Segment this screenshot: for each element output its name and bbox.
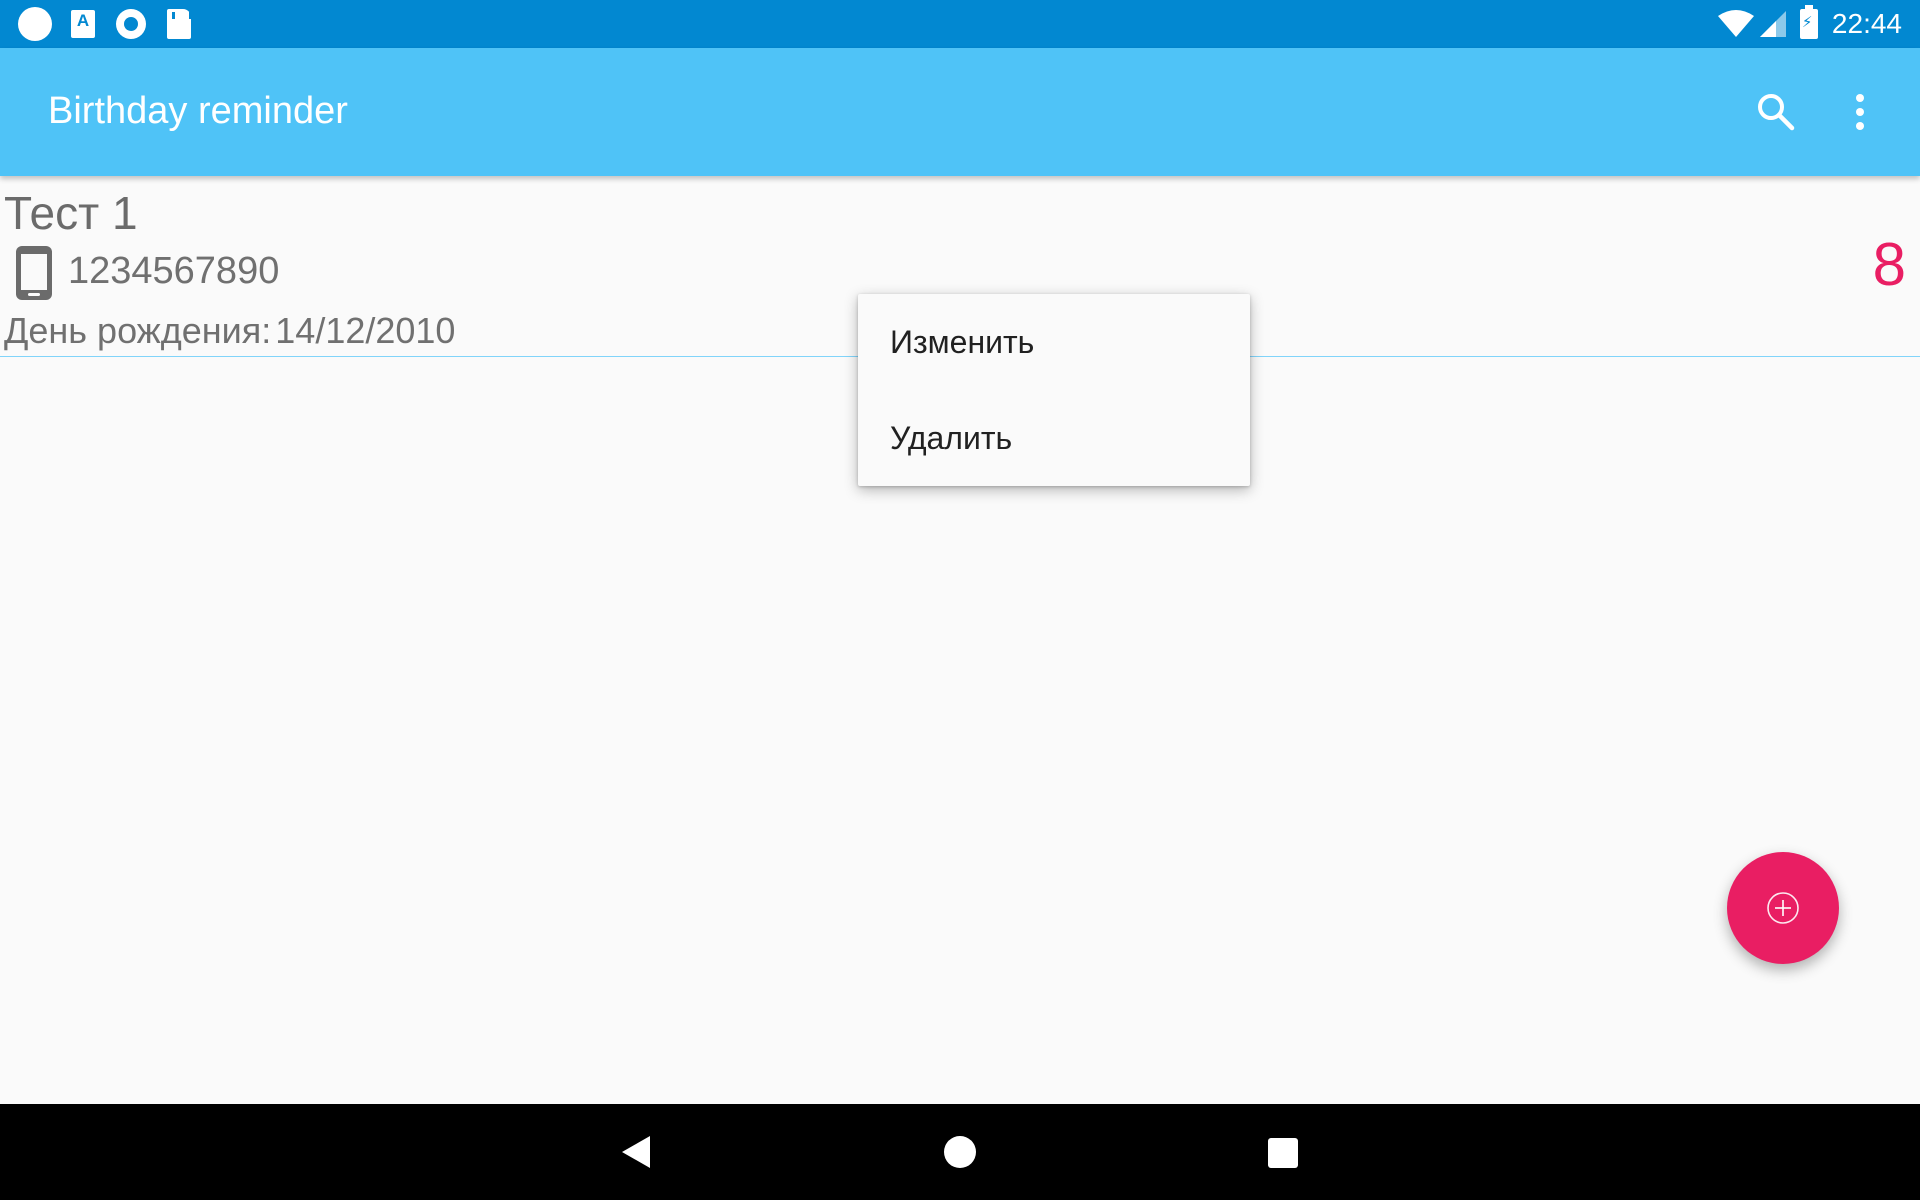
add-contact-fab[interactable]	[1727, 852, 1839, 964]
status-bar-notifications: A	[18, 0, 210, 48]
context-menu: Изменить Удалить	[858, 294, 1250, 486]
app-title: Birthday reminder	[48, 90, 348, 132]
recents-icon[interactable]	[1268, 1138, 1298, 1168]
cell-signal-icon	[1759, 11, 1786, 37]
add-circle-icon	[1767, 892, 1799, 924]
wifi-icon	[1717, 10, 1754, 37]
days-left-count: 8	[1872, 231, 1906, 298]
menu-item-edit[interactable]: Изменить	[858, 294, 1250, 390]
navigation-bar	[0, 1104, 1920, 1200]
birthday-label: День рождения:	[4, 310, 272, 351]
notification-dot-icon	[18, 7, 52, 41]
birthday-row: День рождения: 14/12/2010	[4, 310, 455, 352]
menu-item-delete[interactable]: Удалить	[858, 390, 1250, 486]
app-bar: Birthday reminder	[0, 48, 1920, 176]
birthday-date: 14/12/2010	[275, 310, 456, 351]
font-a-icon: A	[66, 7, 100, 41]
sd-card-icon	[162, 7, 196, 41]
back-icon[interactable]	[620, 1134, 652, 1170]
status-bar-system: 22:44	[1717, 0, 1902, 48]
contact-phone: 1234567890	[68, 250, 280, 292]
battery-charging-icon	[1799, 5, 1818, 39]
contact-name: Тест 1	[4, 187, 138, 239]
search-button[interactable]	[1752, 88, 1800, 136]
home-icon[interactable]	[944, 1136, 976, 1168]
phone-icon	[16, 246, 52, 300]
status-bar: A 22:44	[0, 0, 1920, 48]
search-icon	[1758, 94, 1795, 131]
status-bar-time: 22:44	[1831, 8, 1902, 39]
more-options-button[interactable]	[1836, 88, 1884, 136]
record-icon	[114, 7, 148, 41]
